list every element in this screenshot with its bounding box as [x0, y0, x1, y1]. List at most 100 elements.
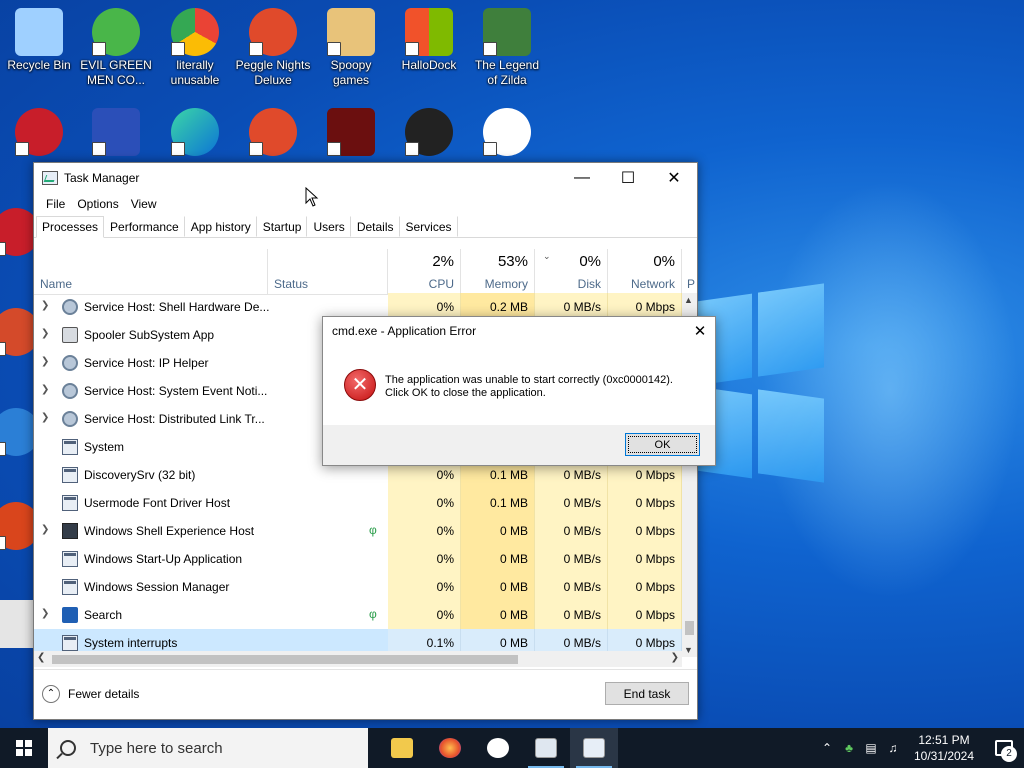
table-row[interactable]: Usermode Font Driver Host 0% 0.1 MB 0 MB…	[34, 489, 682, 517]
column-cpu[interactable]: 2% CPU	[388, 249, 461, 295]
scroll-thumb[interactable]	[685, 621, 694, 635]
dialog-body: ✕ The application was unable to start co…	[323, 345, 715, 425]
end-task-button[interactable]: End task	[605, 682, 689, 705]
disk-value: 0 MB/s	[535, 573, 608, 601]
chevron-up-icon[interactable]: ⌃	[816, 741, 838, 755]
expand-chevron-icon[interactable]: ❯	[41, 356, 51, 367]
menu-view[interactable]: View	[125, 197, 163, 211]
window-icon	[62, 579, 78, 595]
folder-icon	[327, 8, 375, 56]
desktop-icon-literally-unusable[interactable]: literally unusable	[157, 8, 233, 88]
taskbar-firefox[interactable]	[426, 728, 474, 768]
task-manager-titlebar[interactable]: Task Manager — ☐ ✕	[34, 163, 697, 193]
column-network[interactable]: 0% Network	[608, 249, 682, 295]
desktop-icon-label: literally unusable	[170, 58, 220, 87]
chevron-up-icon: ⌃	[42, 685, 60, 703]
expand-chevron-icon[interactable]: ❯	[41, 300, 51, 311]
table-row[interactable]: Windows Session Manager 0% 0 MB 0 MB/s 0…	[34, 573, 682, 601]
network-icon[interactable]: ▤	[860, 741, 882, 755]
table-row[interactable]: Windows Start-Up Application 0% 0 MB 0 M…	[34, 545, 682, 573]
desktop-icon-label: EVIL GREEN MEN CO...	[80, 58, 152, 87]
window-icon	[62, 635, 78, 651]
tab-users[interactable]: Users	[307, 216, 351, 237]
expand-chevron-icon[interactable]: ❯	[41, 384, 51, 395]
disk-value: 0 MB/s	[535, 517, 608, 545]
column-memory[interactable]: ⌄ 53% Memory	[461, 249, 551, 295]
desktop-icon-spoopy-games[interactable]: Spoopy games	[313, 8, 389, 88]
desktop-icon-github[interactable]	[469, 108, 545, 158]
menu-file[interactable]: File	[40, 197, 71, 211]
taskbar-search-box[interactable]: Type here to search	[48, 728, 368, 768]
taskbar-file-explorer[interactable]	[378, 728, 426, 768]
dialog-titlebar[interactable]: cmd.exe - Application Error ✕	[323, 317, 715, 345]
volume-icon[interactable]: ♫	[882, 741, 904, 755]
application-error-dialog[interactable]: cmd.exe - Application Error ✕ ✕ The appl…	[322, 316, 716, 466]
table-row[interactable]: ❯ Windows Shell Experience Host φ 0% 0 M…	[34, 517, 682, 545]
desktop-icon-mpi[interactable]	[78, 108, 154, 158]
column-name[interactable]: Name	[34, 249, 268, 295]
column-status[interactable]: Status	[268, 249, 388, 295]
expand-chevron-icon[interactable]: ❯	[41, 328, 51, 339]
tab-performance[interactable]: Performance	[104, 216, 185, 237]
maximize-button[interactable]: ☐	[605, 163, 651, 193]
desktop-icon-peggle[interactable]	[235, 108, 311, 158]
search-icon	[60, 740, 76, 756]
expand-chevron-icon[interactable]: ❯	[41, 524, 51, 535]
scroll-up-icon[interactable]: ▲	[684, 295, 693, 305]
desktop-icon-monitor[interactable]	[391, 108, 467, 158]
column-disk[interactable]: 0% Disk	[535, 249, 608, 295]
dialog-close-button[interactable]: ✕	[685, 322, 715, 340]
table-row[interactable]: ❯ Search φ 0% 0 MB 0 MB/s 0 Mbps	[34, 601, 682, 629]
notification-center-button[interactable]: 2	[984, 728, 1024, 768]
menu-options[interactable]: Options	[71, 197, 124, 211]
scroll-left-icon[interactable]: ❮	[37, 652, 45, 663]
taskbar-github[interactable]	[474, 728, 522, 768]
fewer-details-link[interactable]: ⌃ Fewer details	[42, 685, 139, 703]
window-icon	[62, 551, 78, 567]
taskbar: Type here to search ⌃ ♣ ▤ ♫ 12:51 PM 10/…	[0, 728, 1024, 768]
expand-chevron-icon[interactable]: ❯	[41, 608, 51, 619]
window-title: Task Manager	[64, 171, 140, 185]
task-manager-footer: ⌃ Fewer details End task	[34, 669, 697, 719]
desktop-icon-peggle-nights[interactable]: Peggle Nights Deluxe	[235, 8, 311, 88]
scroll-right-icon[interactable]: ❯	[671, 652, 679, 663]
desktop-icon-hallodock[interactable]: HalloDock	[391, 8, 467, 73]
tab-processes[interactable]: Processes	[36, 216, 105, 238]
tab-details[interactable]: Details	[351, 216, 400, 237]
start-button[interactable]	[0, 728, 48, 768]
desktop-icon-label: Peggle Nights Deluxe	[235, 58, 311, 87]
desktop-icon-legend-of-zilda[interactable]: The Legend of Zilda	[469, 8, 545, 88]
desktop-icon-bejeweled-2[interactable]	[1, 108, 77, 158]
desktop-icon-label: The Legend of Zilda	[474, 58, 540, 87]
window-icon	[62, 495, 78, 511]
column-header-row: Name Status 2% CPU ⌄ 53% Memory 0% Disk …	[34, 249, 697, 295]
expand-chevron-icon[interactable]: ❯	[41, 412, 51, 423]
task-manager-icon	[583, 738, 605, 758]
taskbar-task-manager[interactable]	[570, 728, 618, 768]
peggle-icon	[249, 8, 297, 56]
desktop-icon-recycle-bin[interactable]: Recycle Bin	[1, 8, 77, 73]
desktop-icon-flash[interactable]	[313, 108, 389, 158]
ok-button[interactable]: OK	[625, 433, 700, 456]
column-power[interactable]: P	[682, 249, 697, 295]
process-name: Spooler SubSystem App	[84, 328, 215, 342]
tab-startup[interactable]: Startup	[257, 216, 308, 237]
process-name: Search	[84, 608, 123, 622]
gear-icon	[62, 299, 78, 315]
scroll-thumb[interactable]	[52, 655, 518, 664]
scroll-down-icon[interactable]: ▼	[684, 645, 693, 655]
column-label: Status	[274, 277, 309, 291]
tab-services[interactable]: Services	[400, 216, 458, 237]
desktop-icon-edge[interactable]	[157, 108, 233, 158]
mouse-cursor-icon	[305, 187, 319, 207]
horizontal-scrollbar[interactable]: ❮ ❯	[34, 651, 682, 667]
desktop-icon-evil-green-men[interactable]: EVIL GREEN MEN CO...	[78, 8, 154, 88]
memory-value: 0 MB	[461, 545, 535, 573]
taskbar-app[interactable]	[522, 728, 570, 768]
tab-app-history[interactable]: App history	[185, 216, 257, 237]
tray-app-icon[interactable]: ♣	[838, 741, 860, 755]
clock[interactable]: 12:51 PM 10/31/2024	[904, 732, 984, 764]
window-icon	[62, 523, 78, 539]
minimize-button[interactable]: —	[559, 163, 605, 193]
close-button[interactable]: ✕	[651, 163, 697, 193]
